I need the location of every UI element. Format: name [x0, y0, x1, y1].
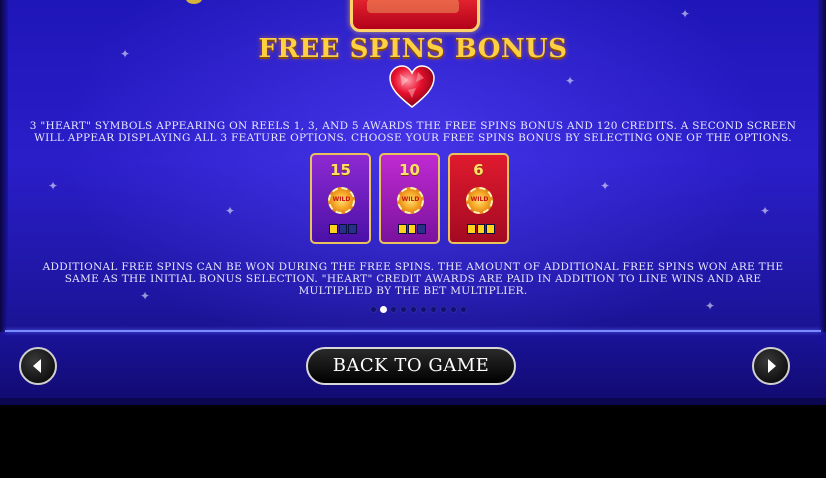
back-to-game-button[interactable]: BACK TO GAME — [306, 347, 516, 385]
page-dot[interactable] — [400, 306, 407, 313]
page-dot[interactable] — [450, 306, 457, 313]
spins-count: 15 — [330, 161, 351, 179]
game-logo — [350, 0, 480, 32]
sparkle: ✦ — [225, 204, 236, 218]
spins-count: 6 — [473, 161, 484, 179]
sparkle: ✦ — [565, 74, 576, 88]
wild-chip-icon: WILD — [397, 187, 424, 214]
spins-count: 10 — [399, 161, 420, 179]
next-page-button[interactable] — [752, 347, 790, 385]
page-dot[interactable] — [390, 306, 397, 313]
arrow-right-icon — [768, 359, 776, 373]
sparkle: ✦ — [600, 179, 611, 193]
bonus-option-card: 15 WILD — [310, 153, 371, 244]
multiplier-meter — [329, 224, 358, 234]
sparkle: ✦ — [680, 7, 691, 21]
chip-label: WILD — [401, 196, 420, 203]
bonus-option-card: 10 WILD — [379, 153, 440, 244]
wild-chip-icon: WILD — [328, 187, 355, 214]
page-dot[interactable] — [430, 306, 437, 313]
page-dot[interactable] — [460, 306, 467, 313]
sparkle: ✦ — [705, 299, 716, 313]
arrow-left-icon — [33, 359, 41, 373]
chip-label: WILD — [332, 196, 351, 203]
heart-icon — [389, 65, 435, 108]
page-dot[interactable] — [420, 306, 427, 313]
bonus-option-card: 6 WILD — [448, 153, 509, 244]
previous-page-button[interactable] — [19, 347, 57, 385]
page-indicator — [370, 306, 467, 313]
page-dot[interactable] — [440, 306, 447, 313]
chip-label: WILD — [470, 196, 489, 203]
paytable-panel: ✦ ✦ ✦ ✦ ✦ ✦ ✦ ✦ ✦ FREE SPINS BONUS 3 "HE… — [0, 0, 826, 405]
panel-bottom-strip — [0, 398, 826, 405]
divider — [5, 330, 821, 332]
multiplier-meter — [398, 224, 427, 234]
page-dot[interactable] — [370, 306, 377, 313]
sparkle: ✦ — [48, 179, 59, 193]
sparkle: ✦ — [760, 204, 771, 218]
page-dot-active[interactable] — [380, 306, 387, 313]
logo-ornament — [186, 0, 202, 4]
description-paragraph: 3 "HEART" SYMBOLS APPEARING ON REELS 1, … — [29, 120, 797, 144]
page-dot[interactable] — [410, 306, 417, 313]
wild-chip-icon: WILD — [466, 187, 493, 214]
page-title: FREE SPINS BONUS — [258, 34, 568, 64]
multiplier-meter — [467, 224, 496, 234]
additional-info-paragraph: ADDITIONAL FREE SPINS CAN BE WON DURING … — [42, 261, 784, 297]
